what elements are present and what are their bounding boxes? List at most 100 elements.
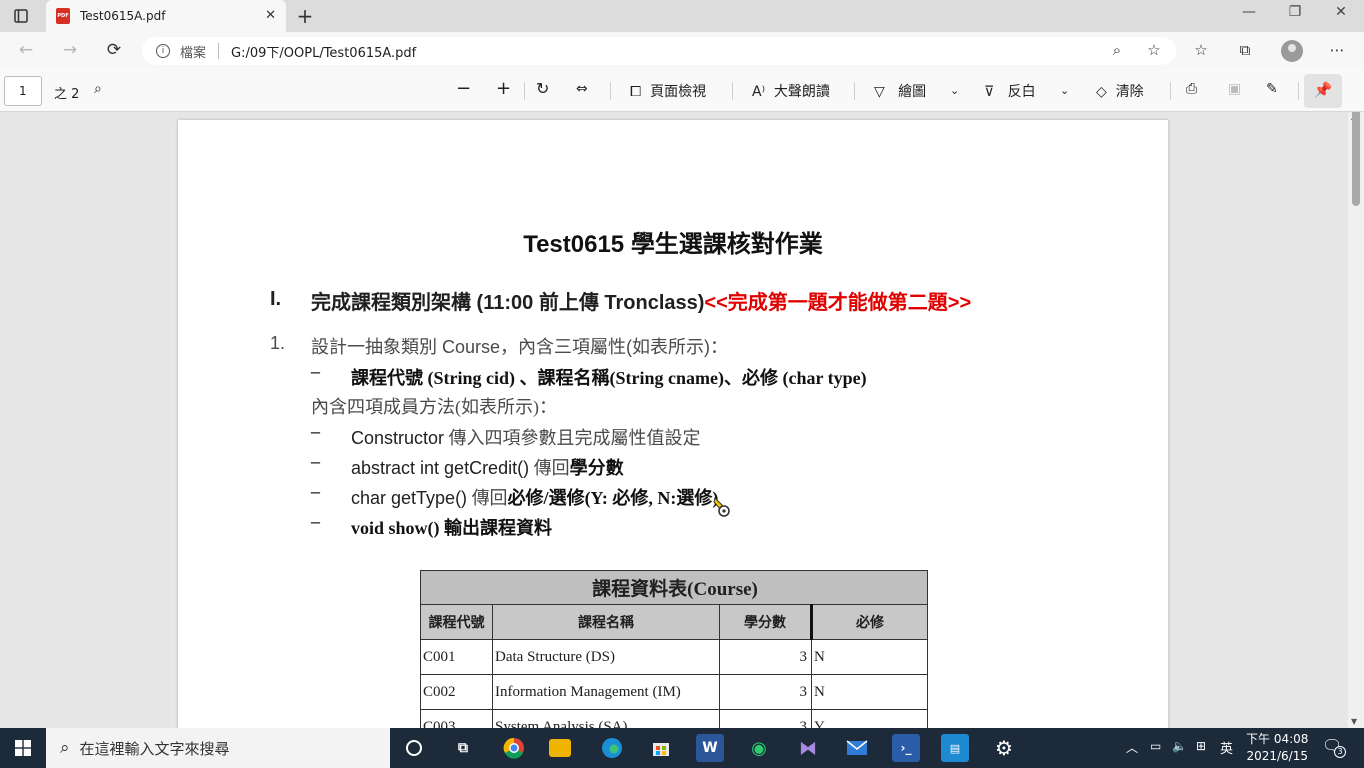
more-menu-icon[interactable]: ⋯ [1326, 41, 1348, 59]
method-return: 必修/選修(Y: 必修, N:選修) [507, 488, 719, 508]
zoom-icon[interactable]: ⌕ [1106, 41, 1128, 59]
favorites-icon[interactable]: ☆ [1190, 41, 1212, 59]
item-number: 1. [270, 333, 286, 353]
print-icon[interactable]: ⎙ [1186, 81, 1197, 97]
zoom-in-icon[interactable]: + [496, 78, 511, 99]
close-tab-icon[interactable]: ✕ [265, 8, 276, 23]
pdf-page: Test0615 學生選課核對作業 I. 完成課程類別架構 (11:00 前上傳… [178, 120, 1168, 728]
erase-button[interactable]: ◇ 清除 [1096, 81, 1144, 101]
address-path: G:/09下/OOPL/Test0615A.pdf [231, 45, 417, 61]
method-gettype: char getType() 傳回必修/選修(Y: 必修, N:選修) [351, 484, 718, 510]
tab-actions-button[interactable] [8, 5, 34, 27]
close-window-button[interactable]: ✕ [1318, 4, 1364, 26]
store-app-icon[interactable] [647, 734, 675, 762]
page-number-input[interactable]: 1 [4, 76, 42, 106]
address-separator [218, 43, 220, 59]
table-cell: C002 [420, 674, 493, 710]
battery-icon[interactable]: ▭ [1150, 739, 1161, 753]
read-aloud-button[interactable]: A⁾ 大聲朗讀 [752, 81, 830, 101]
table-cell: Y [811, 709, 928, 728]
page-total-label: 之 2 [54, 87, 80, 102]
mail-app-icon[interactable] [843, 734, 871, 762]
table-header: 學分數 [719, 604, 812, 640]
address-input[interactable]: i 檔案 G:/09下/OOPL/Test0615A.pdf [142, 37, 1176, 65]
volume-icon[interactable]: 🔈 [1172, 739, 1187, 753]
back-button[interactable]: ← [14, 40, 38, 62]
table-header: 課程名稱 [492, 604, 720, 640]
item-text: 設計一抽象類別 Course，內含三項屬性(如表所示)： [311, 337, 729, 357]
cortana-icon[interactable] [400, 734, 428, 762]
save-as-icon[interactable]: ✎ [1266, 81, 1278, 97]
table-cell: N [811, 674, 928, 710]
draw-button[interactable]: ▽ 繪圖 [874, 81, 926, 101]
table-caption-row: 課程資料表(Course) [420, 570, 928, 605]
table-caption: 課程資料表(Course) [420, 570, 928, 605]
highlight-options-chevron-icon[interactable]: ⌄ [1060, 84, 1069, 97]
browser-tab[interactable]: PDF Test0615A.pdf ✕ [46, 0, 286, 32]
powershell-icon[interactable]: ›_ [892, 734, 920, 762]
ime-language-label[interactable]: 英 [1220, 738, 1233, 757]
collections-icon[interactable]: ⧉ [1234, 41, 1256, 59]
bullet-dash: – [311, 361, 320, 381]
draw-options-chevron-icon[interactable]: ⌄ [950, 84, 959, 97]
document-title: Test0615 學生選課核對作業 [523, 231, 823, 258]
edge-app-icon[interactable] [598, 734, 626, 762]
show-hidden-icons-chevron-icon[interactable]: ︿ [1126, 739, 1138, 756]
bullet-dash: – [311, 481, 320, 501]
zoom-out-icon[interactable]: − [456, 78, 471, 99]
fit-page-icon[interactable]: ⇔ [576, 81, 588, 97]
course-table: 課程資料表(Course) 課程代號 課程名稱 學分數 必修 C001 Data… [420, 570, 928, 728]
table-header: 課程代號 [420, 604, 493, 640]
method-constructor: Constructor 傳入四項參數且完成屬性值設定 [351, 424, 701, 450]
info-icon[interactable]: i [156, 44, 170, 58]
maps-app-icon[interactable]: ◉ [745, 734, 773, 762]
method-return: 學分數 [569, 458, 624, 478]
file-explorer-icon[interactable] [549, 739, 571, 757]
new-tab-button[interactable]: + [294, 4, 316, 28]
visual-studio-icon[interactable]: ⧓ [794, 734, 822, 762]
notification-count-badge: 3 [1334, 746, 1346, 758]
find-icon[interactable]: ⌕ [94, 81, 102, 97]
word-app-icon[interactable]: W [696, 734, 724, 762]
ime-mode-icon[interactable]: ⊞ [1196, 739, 1206, 753]
taskbar-clock[interactable]: 下午 04:08 2021/6/15 [1246, 731, 1308, 765]
vertical-scrollbar[interactable]: ▲ ▼ [1348, 112, 1364, 728]
taskbar-search-input[interactable]: ⌕ 在這裡輸入文字來搜尋 [46, 728, 390, 768]
rotate-icon[interactable]: ↻ [536, 79, 549, 98]
start-button[interactable] [0, 728, 46, 768]
search-icon: ⌕ [60, 738, 70, 758]
refresh-button[interactable]: ⟳ [102, 40, 126, 62]
profile-avatar[interactable] [1281, 40, 1303, 62]
section-heading-warning: <<完成第一題才能做第二題>> [704, 292, 972, 314]
read-aloud-icon: A⁾ [752, 84, 766, 100]
scroll-down-icon[interactable]: ▼ [1351, 717, 1357, 726]
table-cell: C001 [420, 639, 493, 675]
page-view-icon: ⧠ [630, 84, 642, 100]
add-favorite-icon[interactable]: ☆ [1143, 41, 1165, 59]
scroll-thumb[interactable] [1352, 112, 1360, 206]
save-icon[interactable]: ▣ [1228, 81, 1241, 97]
forward-button[interactable]: → [58, 40, 82, 62]
page-view-label: 頁面檢視 [650, 84, 707, 100]
pin-toolbar-icon[interactable]: 📌 [1304, 74, 1342, 108]
remote-desktop-icon[interactable]: ▤ [941, 734, 969, 762]
table-cell: N [811, 639, 928, 675]
highlight-button[interactable]: ⊽ 反白 [984, 81, 1036, 101]
minimize-button[interactable]: — [1226, 4, 1272, 26]
page-view-button[interactable]: ⧠ 頁面檢視 [630, 81, 706, 101]
table-row: C002 Information Management (IM) 3 N [420, 674, 928, 710]
settings-gear-icon[interactable]: ⚙ [990, 734, 1018, 762]
chrome-app-icon[interactable] [500, 734, 528, 762]
pdf-viewer[interactable]: Test0615 學生選課核對作業 I. 完成課程類別架構 (11:00 前上傳… [0, 112, 1364, 728]
toolbar-divider [1170, 82, 1171, 100]
table-header: 必修 [810, 604, 928, 640]
highlight-icon: ⊽ [984, 84, 995, 100]
task-view-icon[interactable]: ⧉ [449, 734, 477, 762]
toolbar-divider [610, 82, 611, 100]
erase-label: 清除 [1115, 84, 1144, 100]
method-desc: 傳回 [467, 488, 508, 508]
address-bar-row: ← → ⟳ i 檔案 G:/09下/OOPL/Test0615A.pdf ⌕ ☆… [0, 32, 1364, 70]
restore-button[interactable]: ❐ [1272, 4, 1318, 26]
table-row: C001 Data Structure (DS) 3 N [420, 639, 928, 675]
tab-title: Test0615A.pdf [80, 9, 166, 23]
